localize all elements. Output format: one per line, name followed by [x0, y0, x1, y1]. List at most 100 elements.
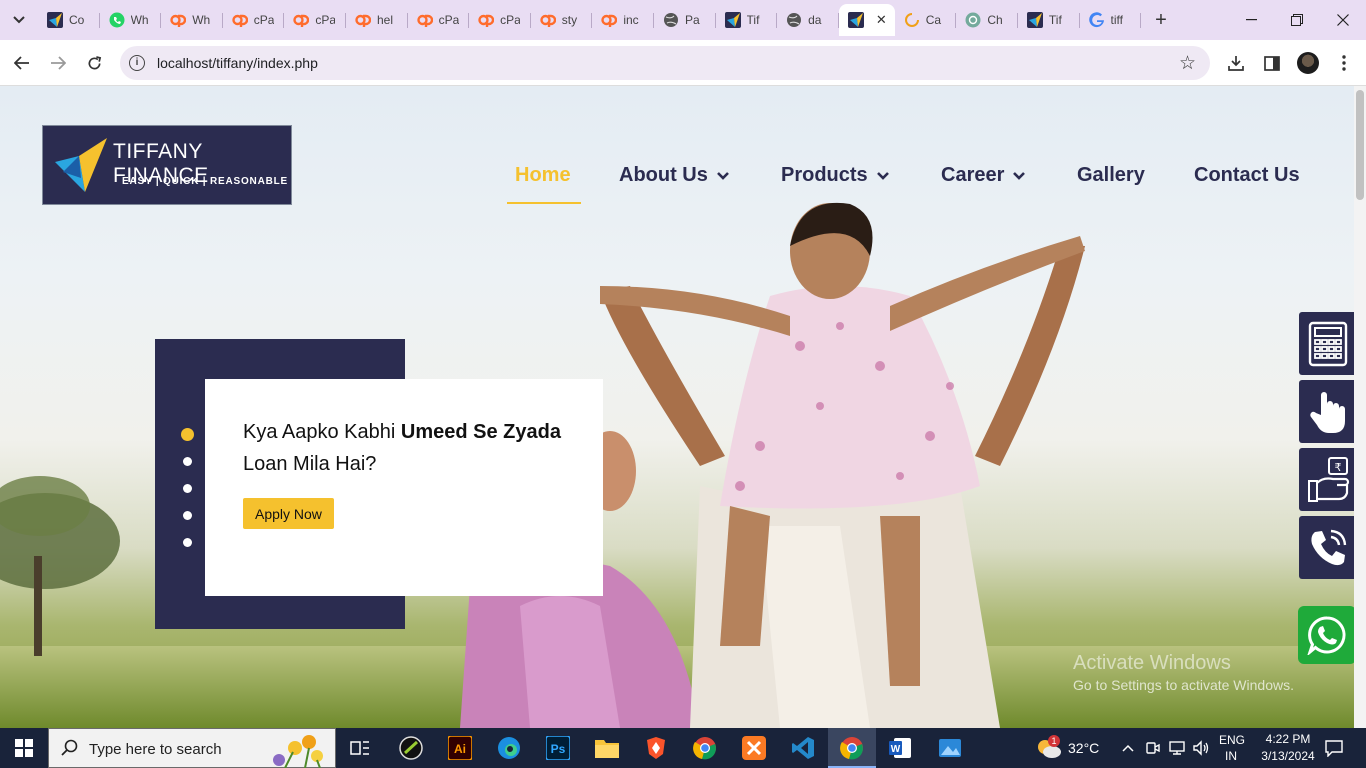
language-region[interactable]: IN	[1225, 749, 1237, 763]
browser-tab-title: Pa	[684, 13, 700, 27]
browser-tab[interactable]: Co	[38, 4, 100, 36]
tiffany-favicon	[847, 12, 864, 28]
task-view-icon[interactable]	[346, 734, 374, 762]
site-logo[interactable]: TIFFANY FINANCE EASY | QUICK | REASONABL…	[42, 125, 292, 205]
browser-tab[interactable]: sty	[531, 4, 593, 36]
browser-tab[interactable]: Ca	[895, 4, 957, 36]
slider-headline: Kya Aapko Kabhi Umeed Se Zyada Loan Mila…	[243, 416, 583, 480]
whatsapp-button[interactable]	[1298, 606, 1356, 664]
weather-temperature[interactable]: 32°C	[1068, 740, 1099, 756]
browser-tab[interactable]: Tif	[1018, 4, 1080, 36]
apply-pointer-button[interactable]	[1299, 380, 1356, 443]
browser-tab[interactable]: Wh	[100, 4, 162, 36]
browser-tab[interactable]: Tif	[716, 4, 778, 36]
tiffany-favicon	[47, 12, 63, 28]
tiffany-favicon	[724, 12, 741, 28]
restore-button[interactable]	[1274, 0, 1320, 40]
vscode-icon[interactable]	[789, 734, 817, 762]
close-tab-icon[interactable]: ✕	[876, 12, 887, 28]
chrome-active-icon[interactable]	[838, 734, 866, 762]
minimize-button[interactable]	[1228, 0, 1274, 40]
address-url[interactable]: localhost/tiffany/index.php	[157, 55, 318, 71]
nav-contact-us[interactable]: Contact Us	[1194, 164, 1300, 187]
browser-tab[interactable]: cPa	[469, 4, 531, 36]
nav-about-us[interactable]: About Us	[619, 164, 730, 187]
nav-gallery[interactable]: Gallery	[1077, 164, 1145, 187]
browser-tab[interactable]: ✕	[838, 4, 895, 36]
apply-now-button[interactable]: Apply Now	[243, 498, 334, 529]
browser-tab-title: hel	[376, 13, 393, 27]
photoshop-icon[interactable]: Ps	[544, 734, 572, 762]
loading-icon	[904, 12, 920, 28]
browser-tab-title: da	[808, 13, 822, 27]
loan-payment-button[interactable]: ₹	[1299, 448, 1356, 511]
calculator-button[interactable]	[1299, 312, 1356, 375]
browser-tab[interactable]: da	[777, 4, 839, 36]
tab-search-chevron-icon[interactable]	[6, 8, 32, 32]
volume-icon[interactable]	[1192, 740, 1210, 756]
notification-icon[interactable]	[1325, 739, 1343, 757]
browser-tab[interactable]: cPa	[223, 4, 285, 36]
close-window-button[interactable]	[1320, 0, 1366, 40]
slider-dot-4[interactable]	[183, 511, 192, 520]
slider-dot-1[interactable]	[181, 428, 194, 441]
language-code[interactable]: ENG	[1219, 733, 1245, 747]
profile-avatar[interactable]	[1297, 52, 1319, 74]
back-button[interactable]	[10, 51, 34, 75]
web-page: TIFFANY FINANCE EASY | QUICK | REASONABL…	[0, 86, 1366, 728]
site-info-icon[interactable]: i	[129, 55, 145, 71]
nav-products[interactable]: Products	[781, 164, 890, 187]
inkscape-icon[interactable]	[397, 734, 425, 762]
brave-icon[interactable]	[642, 734, 670, 762]
scrollbar-thumb[interactable]	[1356, 90, 1364, 200]
file-explorer-icon[interactable]	[593, 734, 621, 762]
start-button[interactable]	[0, 728, 48, 768]
chevron-up-icon[interactable]	[1122, 744, 1134, 752]
headline-part-a: Kya Aapko Kabhi	[243, 421, 401, 443]
illustrator-icon[interactable]: Ai	[446, 734, 474, 762]
chevron-down-icon	[1013, 171, 1026, 180]
address-bar[interactable]: i localhost/tiffany/index.php ☆	[120, 46, 1210, 80]
tiffany-favicon	[1026, 12, 1043, 28]
chevron-down-icon	[876, 171, 889, 180]
browser-tab-title: cPa	[500, 13, 521, 27]
browser-tab[interactable]: Ch	[956, 4, 1018, 36]
browser-tab[interactable]: hel	[346, 4, 408, 36]
browser-tab[interactable]: tiff	[1080, 4, 1142, 36]
reload-button[interactable]	[82, 51, 106, 75]
chrome-icon[interactable]	[691, 734, 719, 762]
browser-tab-title: sty	[561, 13, 578, 27]
photos-icon[interactable]	[936, 734, 964, 762]
new-tab-button[interactable]: +	[1150, 8, 1172, 32]
slider-card: Kya Aapko Kabhi Umeed Se Zyada Loan Mila…	[205, 379, 603, 596]
edge-icon[interactable]	[495, 734, 523, 762]
taskbar-search-box[interactable]: Type here to search	[48, 728, 336, 768]
side-panel-icon[interactable]	[1260, 51, 1284, 75]
browser-tab[interactable]: Pa	[654, 4, 716, 36]
clock-date[interactable]: 3/13/2024	[1256, 749, 1320, 763]
download-icon[interactable]	[1224, 51, 1248, 75]
slider-dot-5[interactable]	[183, 538, 192, 547]
slider-dot-2[interactable]	[183, 457, 192, 466]
browser-menu-icon[interactable]	[1332, 51, 1356, 75]
bookmark-star-icon[interactable]: ☆	[1179, 52, 1196, 75]
cpanel-icon	[601, 12, 618, 28]
nav-career[interactable]: Career	[941, 164, 1026, 187]
nav-home[interactable]: Home	[515, 164, 571, 187]
svg-text:Ps: Ps	[551, 742, 566, 756]
network-icon[interactable]	[1168, 740, 1186, 756]
meet-now-icon[interactable]	[1145, 740, 1161, 756]
browser-tab[interactable]: cPa	[284, 4, 346, 36]
clock-time[interactable]: 4:22 PM	[1260, 732, 1316, 746]
call-us-button[interactable]	[1299, 516, 1356, 579]
forward-button[interactable]	[46, 51, 70, 75]
browser-tab[interactable]: cPa	[408, 4, 470, 36]
browser-tab[interactable]: Wh	[161, 4, 223, 36]
page-scrollbar[interactable]	[1354, 86, 1366, 728]
word-icon[interactable]: W	[886, 734, 914, 762]
xampp-icon[interactable]	[740, 734, 768, 762]
headline-bold: Umeed Se Zyada	[400, 421, 561, 443]
browser-tab[interactable]: inc	[592, 4, 654, 36]
slider-dot-3[interactable]	[183, 484, 192, 493]
svg-text:₹: ₹	[1334, 461, 1341, 474]
